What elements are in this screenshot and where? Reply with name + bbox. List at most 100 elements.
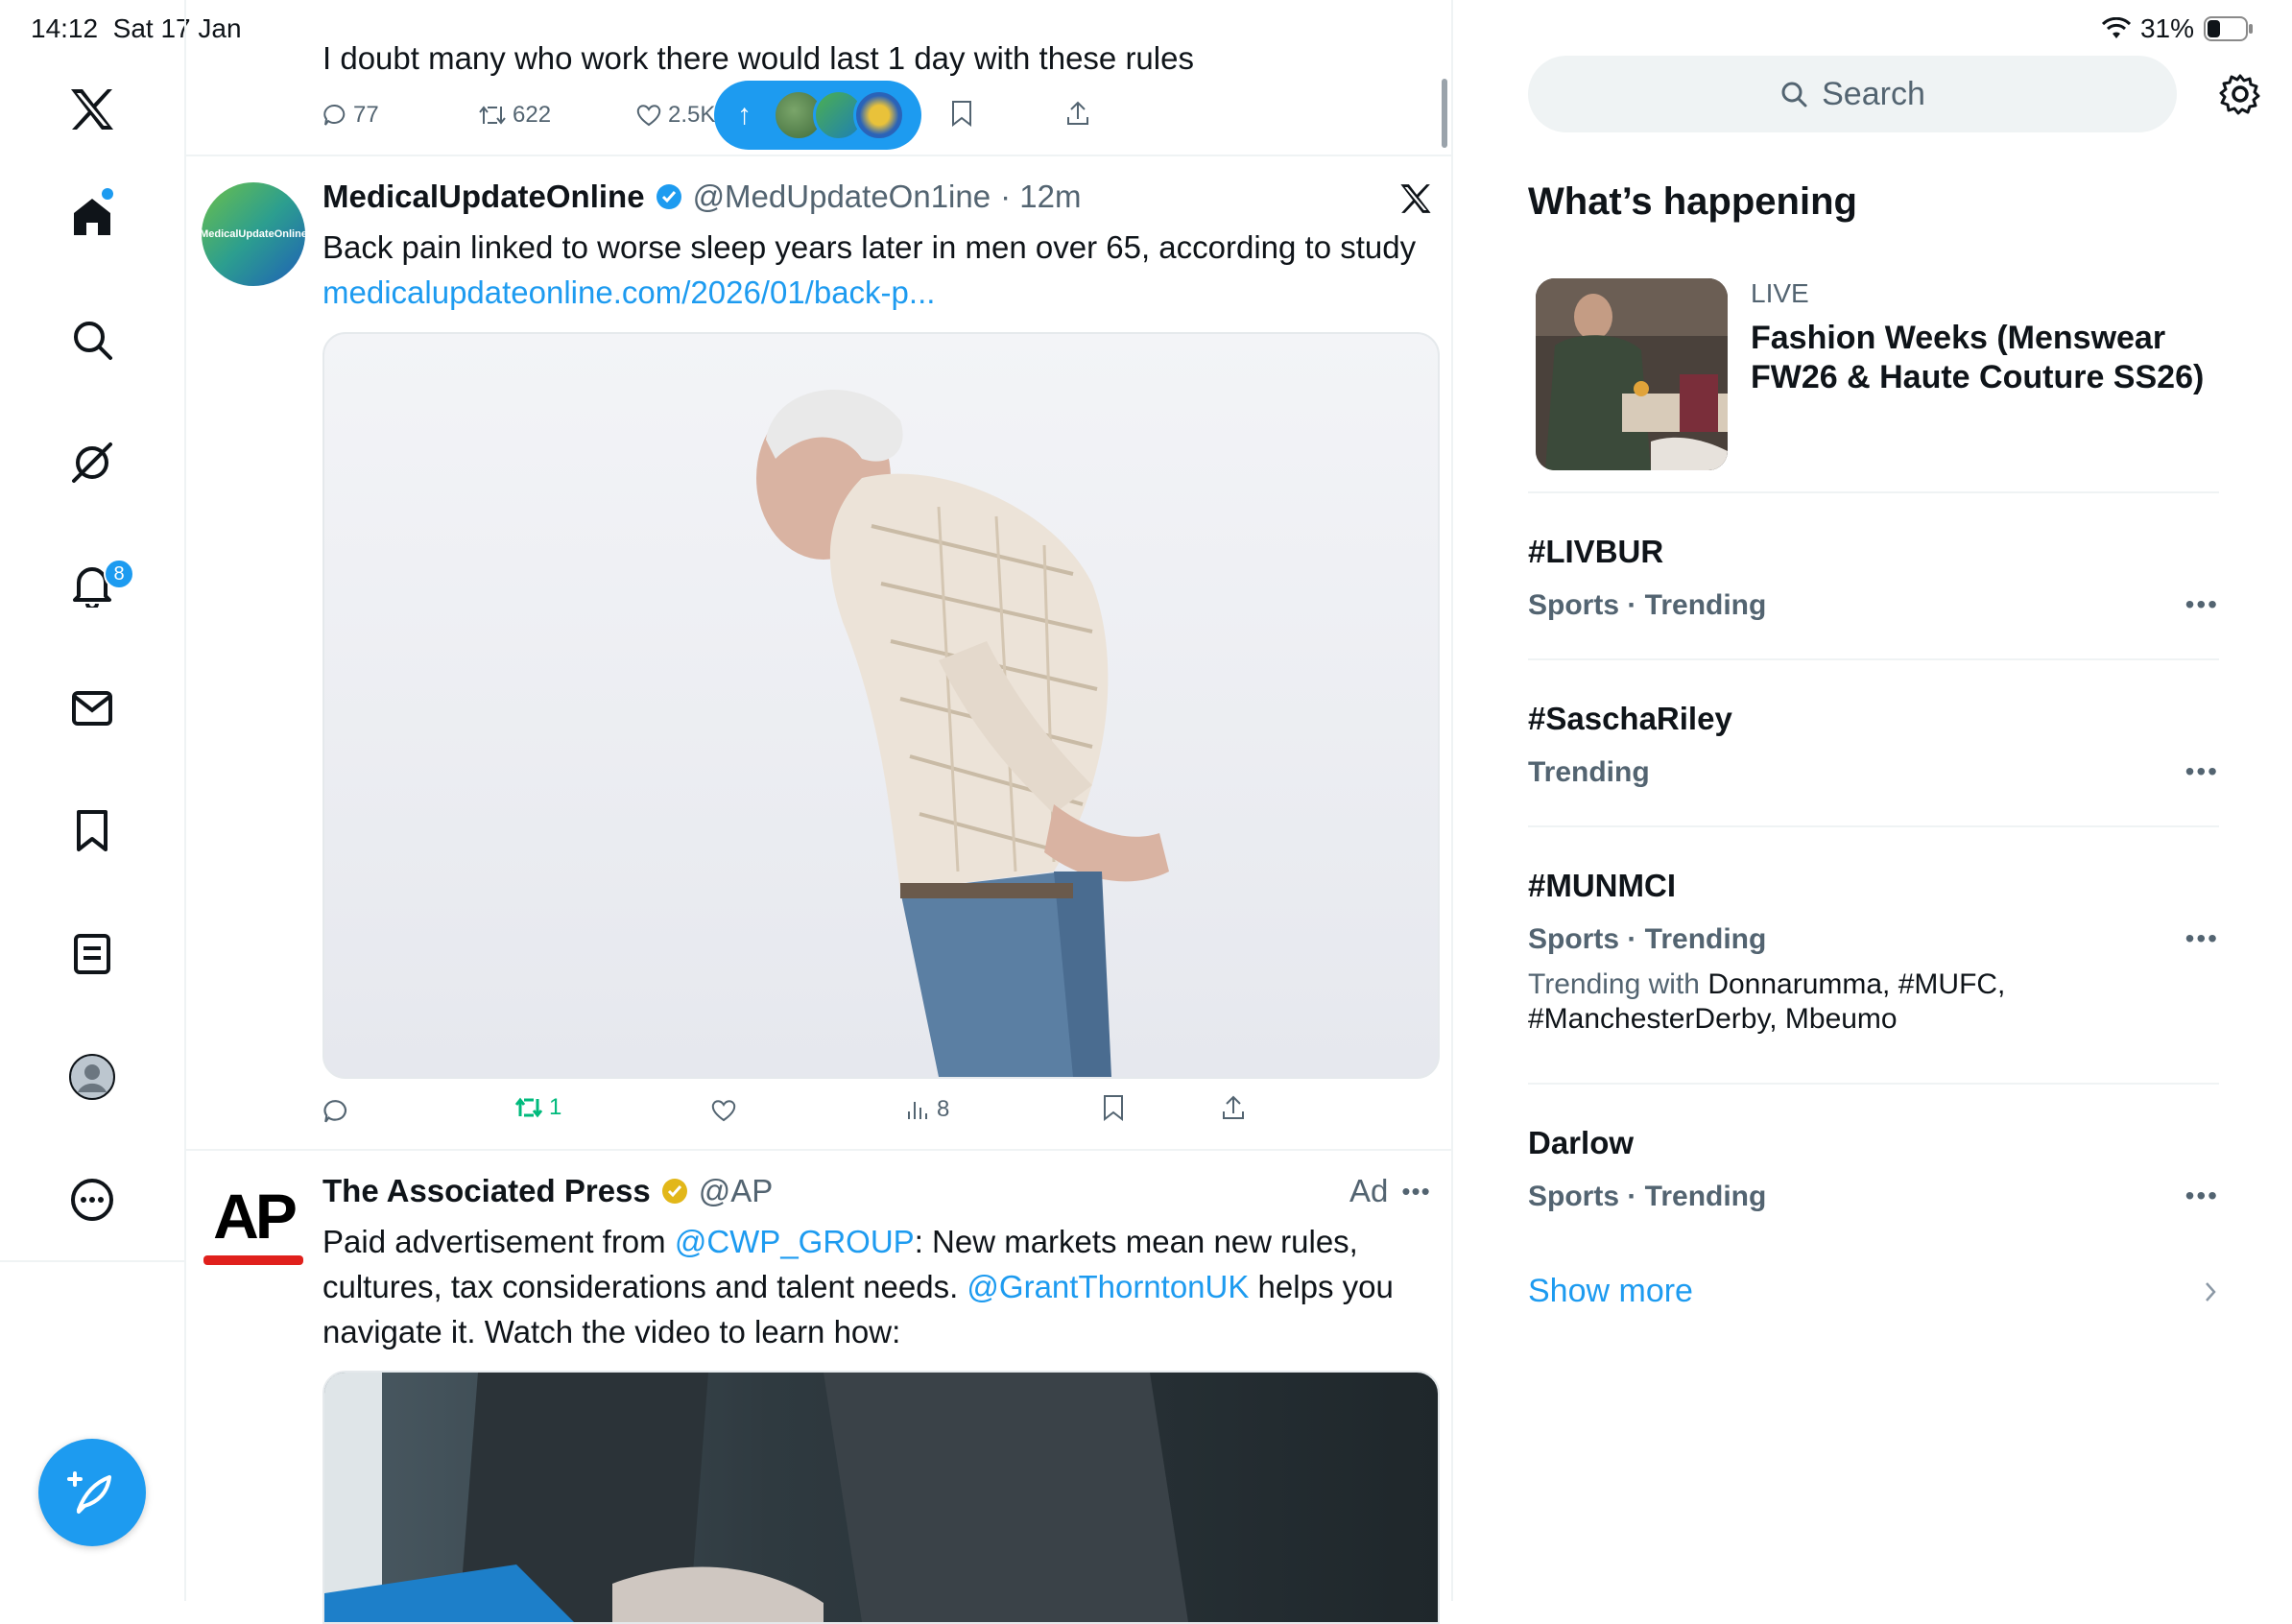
tweet1-timestamp[interactable]: · 12m <box>1000 179 1081 215</box>
tweet1-link[interactable]: medicalupdateonline.com/2026/01/back-p..… <box>322 275 935 310</box>
reply-icon <box>323 1100 347 1123</box>
battery-percent: 31% <box>2139 13 2194 43</box>
prev-like-button[interactable]: 2.5K <box>635 102 715 129</box>
tweet1-views-button[interactable]: 8 <box>906 1096 949 1123</box>
compose-post-button[interactable] <box>38 1439 146 1546</box>
trend-related: Trending with Donnarumma, #MUFC, #Manche… <box>1528 967 2065 1037</box>
left-nav: 8 <box>0 0 186 1601</box>
bookmarks-icon[interactable] <box>54 793 131 870</box>
tweet1-like-button[interactable] <box>710 1098 737 1123</box>
tweet1-view-count: 8 <box>937 1096 950 1122</box>
bookmark-icon <box>952 101 971 127</box>
elderly-man-back-pain-photo <box>756 389 1169 1077</box>
tweet1-reply-button[interactable] <box>322 1098 349 1125</box>
sidebar-divider <box>1528 491 2219 493</box>
ap-logo-text: AP <box>213 1181 298 1252</box>
prev-repost-count: 622 <box>513 102 552 128</box>
grok-icon[interactable] <box>54 424 131 501</box>
prev-bookmark-button[interactable] <box>950 100 973 127</box>
nav-divider <box>0 1260 184 1262</box>
live-event-thumbnail[interactable] <box>1536 278 1728 470</box>
show-more-link[interactable]: Show more <box>1528 1273 2219 1310</box>
tweet1-repost-count: 1 <box>549 1094 562 1120</box>
tweet1-bookmark-button[interactable] <box>1102 1094 1125 1121</box>
whats-happening-title: What’s happening <box>1528 180 1857 223</box>
wifi-icon <box>2101 17 2131 40</box>
trend-name: #MUNMCI <box>1528 868 1676 903</box>
notifications-badge: 8 <box>104 559 134 589</box>
tweet1-media-image[interactable] <box>322 332 1440 1079</box>
trend-more-icon[interactable]: ••• <box>2185 1181 2219 1211</box>
tweet2-video-media[interactable] <box>322 1371 1440 1624</box>
tweet1-author-name[interactable]: MedicalUpdateOnline <box>322 179 645 215</box>
home-icon[interactable] <box>54 179 131 255</box>
status-indicators: 31% <box>2101 13 2254 44</box>
tweet2-ad-controls: Ad ••• <box>1349 1173 1431 1209</box>
tweet2-handle[interactable]: @AP <box>699 1173 774 1209</box>
ap-logo-bar <box>203 1255 303 1265</box>
trend-name: Darlow <box>1528 1125 1635 1160</box>
trend-name: #SaschaRiley <box>1528 701 1732 736</box>
repost-icon <box>514 1097 543 1118</box>
profile-avatar-icon[interactable] <box>54 1039 131 1115</box>
tweet2-header: The Associated Press @AP <box>322 1173 773 1209</box>
x-brand-icon <box>1399 182 1432 215</box>
trend-item[interactable]: #SaschaRiley Trending ••• <box>1528 701 2219 789</box>
trend-meta: Sports · Trending <box>1528 589 1767 621</box>
tweet2-text: Paid advertisement from @CWP_GROUP: New … <box>322 1219 1426 1354</box>
sidebar-divider <box>1528 825 2219 827</box>
share-icon <box>1067 101 1088 125</box>
tweet2-avatar[interactable]: AP <box>202 1173 305 1277</box>
explore-search-icon[interactable] <box>54 301 131 378</box>
tweet1-text: Back pain linked to worse sleep years la… <box>322 225 1417 315</box>
tweet1-share-button[interactable] <box>1221 1094 1246 1121</box>
prev-share-button[interactable] <box>1065 100 1090 127</box>
prev-reply-button[interactable]: 77 <box>322 102 379 129</box>
fashion-week-photo <box>1536 278 1728 470</box>
ad-label: Ad <box>1349 1173 1389 1208</box>
prev-repost-button[interactable]: 622 <box>478 102 551 129</box>
live-label: LIVE <box>1751 278 1809 308</box>
tweet2-author-name[interactable]: The Associated Press <box>322 1173 651 1209</box>
settings-gear-icon[interactable] <box>2219 73 2261 115</box>
feed-scrollbar[interactable] <box>1442 79 1447 148</box>
tweet1-repost-button[interactable]: 1 <box>514 1094 561 1121</box>
live-event[interactable]: LIVE Fashion Weeks (Menswear FW26 & Haut… <box>1751 278 2221 397</box>
messages-envelope-icon[interactable] <box>54 670 131 747</box>
prev-tweet-text: I doubt many who work there would last 1… <box>322 40 1194 76</box>
trend-more-icon[interactable]: ••• <box>2185 589 2219 620</box>
trend-meta: Sports · Trending <box>1528 1181 1767 1212</box>
compose-feather-icon <box>67 1471 111 1514</box>
tweet-divider <box>186 155 1451 156</box>
trend-more-icon[interactable]: ••• <box>2185 756 2219 787</box>
trend-more-icon[interactable]: ••• <box>2185 923 2219 954</box>
repost-icon <box>479 106 506 125</box>
show-more-label: Show more <box>1528 1273 1693 1309</box>
tweet2-mention-cwp[interactable]: @CWP_GROUP <box>675 1224 915 1259</box>
prev-like-count: 2.5K <box>668 102 716 128</box>
pill-avatar-3 <box>853 89 905 141</box>
new-posts-pill[interactable]: ↑ <box>714 81 921 150</box>
timeline-feed[interactable]: I doubt many who work there would last 1… <box>186 0 1453 1624</box>
tweet2-text-1: Paid advertisement from <box>322 1224 675 1259</box>
tweet-divider <box>186 1149 1451 1151</box>
arrow-up-icon: ↑ <box>737 99 752 131</box>
trend-item[interactable]: #LIVBUR Sports · Trending ••• <box>1528 534 2219 622</box>
search-bar[interactable]: Search <box>1528 56 2177 132</box>
search-placeholder: Search <box>1822 75 1925 112</box>
trend-meta: Trending <box>1528 756 1650 788</box>
more-options-icon[interactable] <box>54 1161 131 1238</box>
tweet1-avatar[interactable]: MedicalUpdateOnline <box>202 182 305 286</box>
trend-item[interactable]: Darlow Sports · Trending ••• <box>1528 1125 2219 1213</box>
chevron-right-icon <box>2206 1281 2216 1302</box>
lists-icon[interactable] <box>54 916 131 992</box>
trend-item[interactable]: #MUNMCI Sports · Trending Trending with … <box>1528 868 2219 1037</box>
x-logo-icon[interactable] <box>54 71 131 148</box>
tweet2-more-icon[interactable]: ••• <box>1401 1177 1430 1206</box>
heart-icon <box>711 1100 736 1122</box>
tweet1-avatar-text: MedicalUpdateOnline <box>202 228 305 240</box>
tweet2-mention-grantthornton[interactable]: @GrantThorntonUK <box>967 1269 1249 1304</box>
tweet1-body: Back pain linked to worse sleep years la… <box>322 229 1417 265</box>
live-event-title: Fashion Weeks (Menswear FW26 & Haute Cou… <box>1751 320 2205 395</box>
tweet1-handle[interactable]: @MedUpdateOn1ine <box>693 179 991 215</box>
